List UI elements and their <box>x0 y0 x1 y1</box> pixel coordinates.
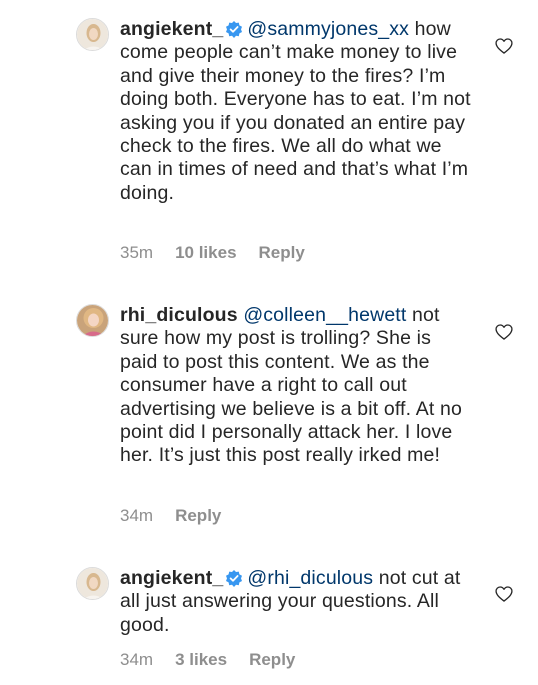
timestamp[interactable]: 34m <box>120 506 153 526</box>
reply-button[interactable]: Reply <box>259 243 305 263</box>
verified-badge-icon <box>226 21 243 38</box>
avatar[interactable] <box>76 18 109 51</box>
username[interactable]: angiekent_ <box>120 18 223 40</box>
heart-icon[interactable] <box>494 36 514 56</box>
timestamp[interactable]: 34m <box>120 650 153 670</box>
timestamp[interactable]: 35m <box>120 243 153 263</box>
comment-text: how come people can’t make money to live… <box>120 18 471 204</box>
avatar[interactable] <box>76 567 109 600</box>
likes-count[interactable]: 10 likes <box>175 243 236 263</box>
username[interactable]: angiekent_ <box>120 567 223 589</box>
avatar[interactable] <box>76 304 109 337</box>
mention-link[interactable]: @colleen__hewett <box>243 304 406 326</box>
heart-icon[interactable] <box>494 322 514 342</box>
username[interactable]: rhi_diculous <box>120 304 238 326</box>
verified-badge-icon <box>226 570 243 587</box>
heart-icon[interactable] <box>494 584 514 604</box>
likes-count[interactable]: 3 likes <box>175 650 227 670</box>
mention-link[interactable]: @sammyjones_xx <box>247 18 409 40</box>
reply-button[interactable]: Reply <box>249 650 295 670</box>
reply-button[interactable]: Reply <box>175 506 221 526</box>
mention-link[interactable]: @rhi_diculous <box>247 567 373 589</box>
comment-text: not sure how my post is trolling? She is… <box>120 304 462 467</box>
